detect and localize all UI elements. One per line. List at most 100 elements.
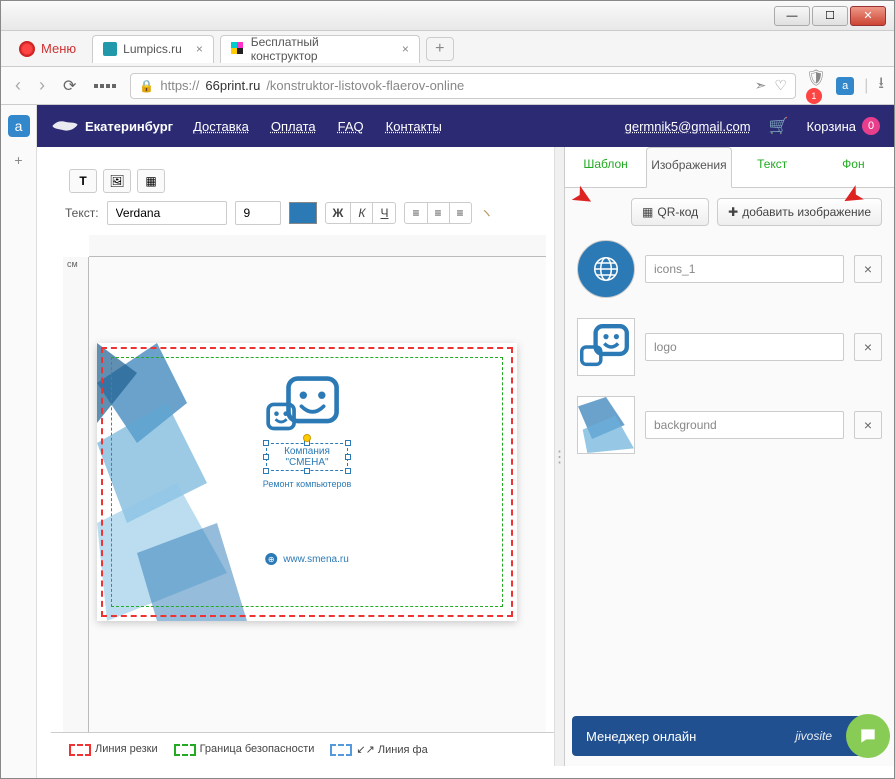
sidebar-add-button[interactable]: + [8,149,30,171]
window-titlebar: — ☐ ✕ [1,1,894,31]
browser-menu-button[interactable]: Меню [9,37,86,61]
translate-icon[interactable]: a [836,77,854,95]
logo-thumb-icon [580,321,632,373]
editor-canvas-area: T 🖼 ▦ Текст: Ж К Ч ≡ ≡ ≡ ヽ см [37,147,554,766]
legend-cut: Линия резки [69,743,158,755]
cart-icon[interactable]: 🛒 [769,116,789,136]
new-tab-button[interactable]: + [426,37,454,61]
lock-icon: 🔒 [139,79,154,93]
city-selector[interactable]: Екатеринбург [51,117,173,135]
insert-text-button[interactable]: T [69,169,97,193]
globe-icon [591,254,621,284]
nav-delivery-link[interactable]: Доставка [191,117,251,136]
browser-addressbar: ‹ › ⟳ 🔒 https://66print.ru/konstruktor-l… [1,67,894,105]
clear-format-button[interactable]: ヽ [480,203,494,223]
delete-image-button[interactable]: × [854,411,882,439]
underline-button[interactable]: Ч [373,203,395,223]
text-toolbar: Текст: Ж К Ч ≡ ≡ ≡ ヽ [65,201,544,225]
image-thumbnail[interactable] [577,240,635,298]
align-right-button[interactable]: ≡ [450,203,471,223]
chat-title: Менеджер онлайн [586,729,696,744]
chat-widget[interactable]: Менеджер онлайн jivosite [572,716,872,756]
globe-icon: ⊕ [265,553,277,565]
send-icon[interactable]: ➣ [755,77,767,94]
flyer-canvas[interactable]: Компания"СМЕНА" Ремонт компьютеров ⊕ www… [97,343,517,621]
italic-button[interactable]: К [351,203,373,223]
align-center-button[interactable]: ≡ [428,203,450,223]
right-panel: Шаблон Изображения Текст Фон ▦ QR-код ✚ … [564,147,894,766]
map-icon [51,117,79,135]
account-email-link[interactable]: germnik5@gmail.com [625,119,751,134]
tab-template[interactable]: Шаблон [565,147,646,187]
nav-payment-link[interactable]: Оплата [269,117,318,136]
nav-faq-link[interactable]: FAQ [336,117,366,136]
panel-tabs: Шаблон Изображения Текст Фон [565,147,894,188]
panel-resize-handle[interactable]: ⋮ [554,147,564,766]
tab-background[interactable]: Фон [813,147,894,187]
close-tab-button[interactable]: × [402,42,409,56]
text-align-group: ≡ ≡ ≡ [404,202,471,224]
url-scheme: https:// [160,78,199,93]
cart-link[interactable]: Корзина 0 [806,117,880,135]
image-name-field[interactable]: icons_1 [645,255,844,283]
browser-sidebar: a + [1,105,37,778]
flyer-url[interactable]: ⊕ www.smena.ru [265,553,349,565]
image-name-field[interactable]: background [645,411,844,439]
cart-count-badge: 0 [862,117,880,135]
add-image-button[interactable]: ✚ добавить изображение [717,198,882,226]
bold-button[interactable]: Ж [326,203,352,223]
font-color-swatch[interactable] [289,202,317,224]
sidebar-translate-button[interactable]: a [8,115,30,137]
tab-title: Бесплатный конструктор [251,35,388,63]
insert-qr-button[interactable]: ▦ [137,169,165,193]
address-field[interactable]: 🔒 https://66print.ru/konstruktor-listovo… [130,73,796,99]
legend-fold: ↙↗ Линия фа [330,743,427,756]
window-close-button[interactable]: ✕ [850,6,886,26]
site-header: Екатеринбург Доставка Оплата FAQ Контакт… [37,105,894,147]
heart-icon[interactable]: ♡ [774,77,787,94]
guides-legend: Линия резки Граница безопасности ↙↗ Лини… [51,732,554,766]
chat-brand: jivosite [795,729,832,743]
legend-safe: Граница безопасности [174,743,315,755]
font-family-input[interactable] [107,201,227,225]
tab-text[interactable]: Текст [732,147,813,187]
close-tab-button[interactable]: × [196,42,203,56]
insert-image-button[interactable]: 🖼 [103,169,131,193]
window-maximize-button[interactable]: ☐ [812,6,848,26]
image-name-field[interactable]: logo [645,333,844,361]
image-list-item: background × [577,390,882,460]
chat-bubble-icon[interactable] [846,714,890,758]
selected-text-element[interactable]: Компания"СМЕНА" [266,443,348,471]
window-minimize-button[interactable]: — [774,6,810,26]
image-list-item: icons_1 × [577,234,882,304]
canvas-viewport[interactable]: Компания"СМЕНА" Ремонт компьютеров ⊕ www… [89,257,546,732]
reload-button[interactable]: ⟳ [59,72,80,100]
browser-tab[interactable]: Бесплатный конструктор × [220,35,420,63]
tab-images[interactable]: Изображения [646,147,731,188]
tab-title: Lumpics.ru [123,42,182,56]
text-style-group: Ж К Ч [325,202,397,224]
image-thumbnail[interactable] [577,318,635,376]
image-thumbnail[interactable] [577,396,635,454]
nav-forward-button[interactable]: › [35,71,49,100]
favicon-icon [103,42,117,56]
align-left-button[interactable]: ≡ [405,203,427,223]
delete-image-button[interactable]: × [854,255,882,283]
nav-contacts-link[interactable]: Контакты [384,117,444,136]
nav-back-button[interactable]: ‹ [11,71,25,100]
font-size-input[interactable] [235,201,281,225]
adblock-icon[interactable]: 🛡1 [806,68,826,104]
browser-tab[interactable]: Lumpics.ru × [92,35,214,63]
speeddial-button[interactable] [90,80,120,92]
browser-tabbar: Меню Lumpics.ru × Бесплатный конструктор… [1,31,894,67]
ruler-horizontal [89,235,546,257]
flyer-subtitle[interactable]: Ремонт компьютеров [263,479,352,489]
text-toolbar-label: Текст: [65,206,99,220]
image-list-item: logo × [577,312,882,382]
download-icon[interactable]: ⭳ [878,72,884,99]
opera-logo-icon [19,41,35,57]
delete-image-button[interactable]: × [854,333,882,361]
background-thumb-icon [578,396,634,454]
browser-menu-label: Меню [41,41,76,56]
qr-code-button[interactable]: ▦ QR-код [631,198,709,226]
